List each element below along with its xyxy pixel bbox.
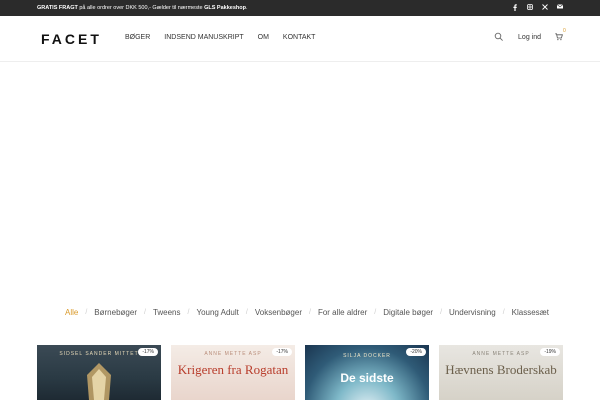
nav-item-boger[interactable]: BØGER [125,34,150,41]
shipping-promo: GRATIS FRAGT på alle ordrer over DKK 500… [37,5,248,11]
main-nav: BØGER INDSEND MANUSKRIPT OM KONTAKT [125,34,315,41]
facebook-icon[interactable] [512,4,518,11]
product-card[interactable]: SILJA DOCKER De sidste -20% [305,345,429,400]
separator: / [440,309,443,316]
book-title: Hævnens Broderskab [445,362,557,377]
category-digitale-boger[interactable]: Digitale bøger [383,308,433,317]
nav-item-indsend-manuskript[interactable]: INDSEND MANUSKRIPT [164,34,243,41]
separator: / [187,309,190,316]
separator: / [245,309,248,316]
category-young-adult[interactable]: Young Adult [196,308,238,317]
discount-badge: -17% [138,348,158,356]
promo-end: . [245,5,248,11]
site-logo[interactable]: FACET [41,31,102,47]
category-voksenboger[interactable]: Voksenbøger [255,308,302,317]
promo-bold-2: GLS Pakkeshop [204,5,246,11]
product-card[interactable]: ANNE METTE ASP Krigeren fra Rogatan -17% [171,345,295,400]
category-klassesaet[interactable]: Klassesæt [512,308,549,317]
category-undervisning[interactable]: Undervisning [449,308,496,317]
category-tweens[interactable]: Tweens [153,308,181,317]
header-actions: Log ind 0 [494,28,566,42]
product-card[interactable]: SIDSEL SANDER MITTET -17% [37,345,161,400]
instagram-icon[interactable] [527,4,533,11]
category-filter: Alle / Børnebøger / Tweens / Young Adult / V… [65,308,549,317]
separator: / [374,309,377,316]
discount-badge: -19% [540,348,560,356]
separator: / [308,309,311,316]
product-card[interactable]: ANNE METTE ASP Hævnens Broderskab -19% [439,345,563,400]
cart-count: 0 [563,28,566,34]
book-title: Krigeren fra Rogatan [177,362,289,377]
site-header: FACET BØGER INDSEND MANUSKRIPT OM KONTAK… [0,16,600,62]
discount-badge: -17% [272,348,292,356]
separator: / [85,309,88,316]
category-bornebøger[interactable]: Børnebøger [94,308,137,317]
nav-item-kontakt[interactable]: KONTAKT [283,34,316,41]
cart-icon [555,33,563,41]
separator: / [143,309,146,316]
search-icon[interactable] [494,32,504,42]
category-for-alle-aldrer[interactable]: For alle aldrer [318,308,367,317]
mail-icon[interactable] [556,4,564,11]
login-link[interactable]: Log ind [518,34,541,41]
cart-button[interactable]: 0 [555,28,566,41]
x-icon[interactable] [542,4,548,11]
discount-badge: -20% [406,348,426,356]
social-links [512,4,564,11]
promo-text: på alle ordrer over DKK 500,- Gælder til… [77,5,205,11]
book-title: De sidste [340,371,394,385]
product-grid: SIDSEL SANDER MITTET -17% ANNE METTE ASP… [37,345,564,400]
nav-item-om[interactable]: OM [258,34,269,41]
separator: / [502,309,505,316]
category-alle[interactable]: Alle [65,308,78,317]
promo-bold: GRATIS FRAGT [37,5,78,11]
top-announcement-bar: GRATIS FRAGT på alle ordrer over DKK 500… [0,0,600,16]
